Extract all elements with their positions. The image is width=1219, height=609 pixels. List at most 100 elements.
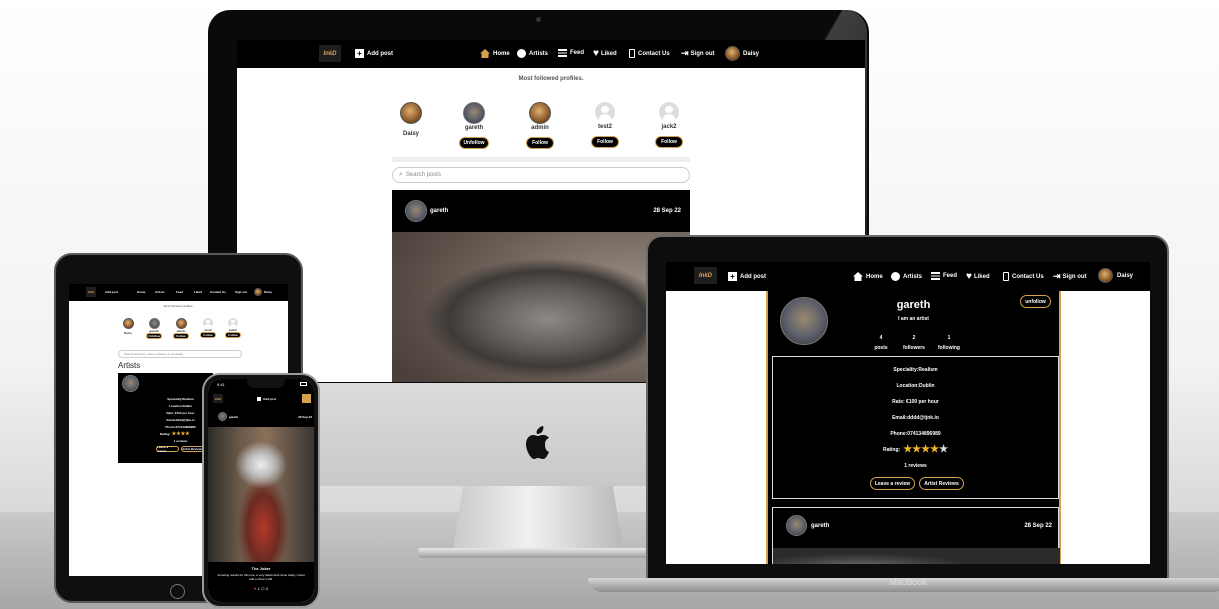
post-author[interactable]: gareth <box>229 415 238 419</box>
followers-stat: 2 followers <box>898 335 930 351</box>
nav-signout[interactable]: ⇥ Sign out <box>1053 272 1087 281</box>
detail-rate: Rate: €100 per hour <box>892 399 939 405</box>
detail-rating: Rating: ★ ★ ★ ★ ★ <box>773 444 1058 455</box>
logo[interactable]: InkD <box>213 394 223 403</box>
following-label: following <box>938 345 960 351</box>
nav-contact[interactable]: Contact Us <box>629 49 670 58</box>
iphone-notch <box>247 379 285 388</box>
nav-liked[interactable]: ♥ Liked <box>966 271 990 282</box>
star-filled-icon: ★ <box>921 444 931 455</box>
post-author[interactable]: gareth <box>430 208 448 214</box>
leave-review-button[interactable]: Leave a review <box>156 445 179 453</box>
profile-name: test2 <box>597 124 612 130</box>
search-input[interactable]: ⌕ Search posts <box>392 167 690 183</box>
navbar: InkD + Add post Home Artists Feed ♥ Liked … <box>666 262 1150 291</box>
sign-out-icon: ⇥ <box>1053 271 1061 281</box>
follow-button[interactable]: Follow <box>200 332 216 338</box>
unfollow-button[interactable]: unfollow <box>1020 295 1051 308</box>
heart-icon: ♥ <box>966 271 972 282</box>
nav-home[interactable]: Home <box>480 49 510 58</box>
nav-artists[interactable]: Artists <box>891 272 922 281</box>
detail-location: Location:Dublin <box>896 383 935 389</box>
nav-feed-label: Feed <box>943 273 958 279</box>
nav-user-label: Daisy <box>743 50 760 57</box>
nav-contact[interactable]: Contact Us <box>1003 272 1044 281</box>
heart-icon[interactable]: ♥ <box>254 586 256 591</box>
profile-card[interactable]: test2 Follow <box>588 102 622 148</box>
profile-card[interactable]: jack2 Follow <box>225 318 241 338</box>
profile-card[interactable]: test2 Follow <box>200 318 216 338</box>
unfollow-button[interactable]: Unfollow <box>146 333 162 339</box>
follow-button[interactable]: Follow <box>225 332 241 338</box>
profile-name: Daisy <box>402 131 419 137</box>
profile-card[interactable]: Daisy <box>397 102 425 137</box>
nav-add-post[interactable]: + Add post <box>355 49 393 58</box>
profile-card[interactable]: admin Follow <box>173 318 189 339</box>
nav-feed[interactable]: Feed <box>176 290 183 294</box>
post-author-avatar[interactable] <box>405 200 427 222</box>
profile-name: gareth <box>464 125 484 131</box>
profile-card[interactable]: Daisy <box>121 318 135 335</box>
profile-card[interactable]: gareth Unfollow <box>457 102 491 149</box>
nav-feed[interactable]: Feed <box>931 272 957 280</box>
follow-button[interactable]: Follow <box>173 333 189 339</box>
post-card[interactable]: gareth 28 Sep 22 <box>772 507 1060 564</box>
nav-artists[interactable]: Artists <box>155 290 165 294</box>
profile-card[interactable]: gareth Unfollow <box>146 318 162 339</box>
apple-logo-icon <box>526 426 549 459</box>
follow-button[interactable]: Follow <box>526 137 554 149</box>
plus-square-icon[interactable] <box>257 397 261 401</box>
following-count: 1 <box>947 335 951 341</box>
post-image[interactable] <box>208 427 314 562</box>
logo[interactable]: InkD <box>86 287 96 297</box>
macbook-brand: MacBook <box>889 577 927 587</box>
nav-feed[interactable]: Feed <box>558 49 584 57</box>
nav-liked[interactable]: ♥ Liked <box>593 49 617 59</box>
post-image[interactable] <box>773 548 1060 564</box>
profile-name: Daisy <box>123 331 132 335</box>
leave-review-button[interactable]: Leave a review <box>870 477 915 490</box>
detail-email: Email:dddd@tjnk.io <box>892 415 939 421</box>
comment-icon[interactable]: ☖ <box>261 586 265 591</box>
profile-card[interactable]: jack2 Follow <box>652 102 686 148</box>
follow-button[interactable]: Follow <box>655 136 683 148</box>
nav-add-post[interactable]: + Add post <box>728 272 766 281</box>
post-author[interactable]: gareth <box>811 523 829 529</box>
artist-card[interactable]: Speciality:Realism Location:Dublin Rate:… <box>118 373 213 463</box>
artist-reviews-button[interactable]: Artist Reviews <box>919 477 964 490</box>
search-input[interactable]: Search artists by name, location or spec… <box>118 350 242 358</box>
nav-home[interactable]: Home <box>137 290 145 294</box>
nav-home[interactable]: Home <box>853 272 883 281</box>
nav-add-post[interactable]: Add post <box>263 397 276 401</box>
post-title: The Joker <box>251 566 271 571</box>
post-author-avatar[interactable] <box>786 515 807 536</box>
posts-stat: 4 posts <box>868 335 894 351</box>
nav-contact[interactable]: Contact Us <box>210 290 226 294</box>
logo[interactable]: InkD <box>694 267 717 284</box>
menu-toggle-icon[interactable] <box>302 394 311 403</box>
nav-user[interactable]: Daisy <box>725 46 759 61</box>
followers-label: followers <box>903 345 925 351</box>
nav-liked[interactable]: Liked <box>194 290 202 294</box>
unfollow-button[interactable]: Unfollow <box>459 137 489 149</box>
followers-count: 2 <box>912 335 916 341</box>
nav-signout[interactable]: ⇥ Sign out <box>681 49 715 58</box>
post-date: 28 Sep 22 <box>298 415 312 419</box>
nav-user[interactable]: Daisy <box>1098 268 1133 283</box>
post-card[interactable]: gareth 28 Sep 22 The Joker Amazing resul… <box>208 407 314 602</box>
profile-avatar <box>595 102 615 122</box>
nav-user[interactable]: Daisy <box>264 290 272 294</box>
logo[interactable]: InkD <box>319 45 341 62</box>
home-icon <box>480 49 490 58</box>
post-author-avatar[interactable] <box>218 412 227 421</box>
nav-add-post-label: Add post <box>740 273 766 280</box>
nav-signout[interactable]: Sign out <box>235 290 247 294</box>
nav-add-post[interactable]: Add post <box>105 290 118 294</box>
artist-avatar[interactable] <box>122 375 139 392</box>
artist-reviews-button[interactable]: Artist Reviews <box>181 446 204 452</box>
user-avatar[interactable] <box>254 288 262 296</box>
nav-feed-label: Feed <box>570 50 585 56</box>
profile-card[interactable]: admin Follow <box>523 102 557 149</box>
follow-button[interactable]: Follow <box>591 136 619 148</box>
nav-artists[interactable]: Artists <box>517 49 548 58</box>
